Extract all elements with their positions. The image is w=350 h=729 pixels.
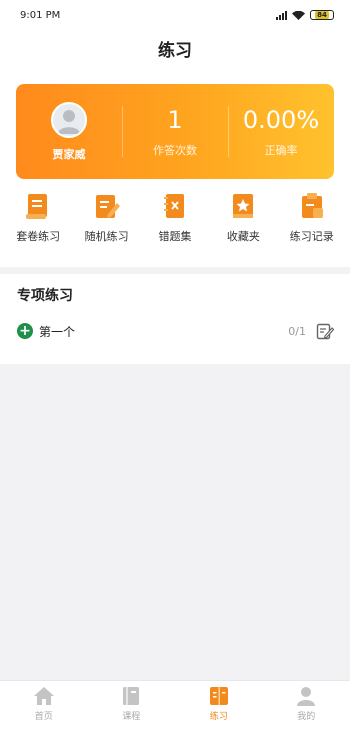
tab-label: 练习 (209, 712, 228, 722)
shortcut-paper-set[interactable]: 套卷练习 (5, 192, 71, 244)
shortcut-random-practice[interactable]: 随机练习 (74, 192, 140, 244)
shortcut-favorites[interactable]: 收藏夹 (210, 192, 276, 244)
special-practice-section: 专项练习 + 第一个 0/1 (0, 274, 350, 364)
profile-icon (297, 687, 316, 706)
answer-count-label: 作答次数 (153, 143, 197, 157)
shortcut-label: 随机练习 (84, 230, 129, 243)
practice-record-icon (301, 193, 323, 218)
accuracy-label: 正确率 (264, 143, 298, 157)
page-title: 练习 (158, 41, 192, 61)
shortcut-label: 练习记录 (289, 230, 334, 243)
favorites-icon (233, 194, 254, 218)
tab-practice[interactable]: 练习 (175, 681, 263, 729)
user-name: 贾家威 (52, 147, 86, 161)
practice-icon (209, 687, 228, 705)
bottom-tab-bar: 首页 课程 练习 我的 (0, 680, 350, 729)
list-item-progress: 0/1 (288, 324, 306, 338)
system-icons: 84 (276, 10, 334, 20)
shortcut-practice-record[interactable]: 练习记录 (279, 192, 345, 244)
edit-icon[interactable] (316, 322, 334, 340)
list-item[interactable]: + 第一个 0/1 (0, 305, 350, 340)
tab-home[interactable]: 首页 (0, 681, 88, 729)
list-item-name: 第一个 (39, 324, 76, 339)
paper-set-icon (26, 194, 48, 219)
accuracy-value: 0.00% (242, 105, 320, 134)
tab-label: 首页 (34, 712, 53, 722)
home-icon (33, 687, 54, 705)
shortcut-label: 错题集 (158, 230, 192, 243)
tab-course[interactable]: 课程 (88, 681, 176, 729)
avatar[interactable] (51, 101, 87, 138)
battery-level: 84 (315, 11, 329, 19)
answer-count-value: 1 (167, 105, 183, 134)
shortcut-row: 套卷练习 随机练习 错题集 收藏夹 练习记录 (0, 192, 350, 244)
course-icon (123, 687, 140, 705)
expand-plus-icon[interactable]: + (17, 323, 33, 339)
shortcut-label: 收藏夹 (226, 230, 260, 243)
profile-user[interactable]: 贾家威 (16, 84, 122, 179)
tab-profile[interactable]: 我的 (263, 681, 350, 729)
shortcut-wrong-questions[interactable]: 错题集 (142, 192, 208, 244)
accuracy-stat: 0.00% 正确率 (228, 84, 334, 179)
section-title: 专项练习 (17, 288, 73, 304)
top-panel: 9:01 PM 84 练习 贾家威 1 作答次数 0.00% 正确率 套卷练习 … (0, 0, 350, 267)
signal-icon (276, 10, 287, 20)
wrong-questions-icon (163, 194, 184, 218)
status-time: 9:01 PM (20, 9, 61, 21)
status-bar: 9:01 PM 84 (0, 0, 350, 30)
random-practice-icon (95, 195, 120, 218)
battery-icon: 84 (310, 10, 334, 20)
profile-card: 贾家威 1 作答次数 0.00% 正确率 (16, 84, 334, 179)
shortcut-label: 套卷练习 (16, 230, 61, 243)
tab-label: 课程 (122, 712, 141, 722)
tab-label: 我的 (297, 712, 316, 722)
wifi-icon (292, 10, 305, 20)
avatar-placeholder-icon (58, 109, 80, 134)
answer-count-stat: 1 作答次数 (122, 84, 228, 179)
